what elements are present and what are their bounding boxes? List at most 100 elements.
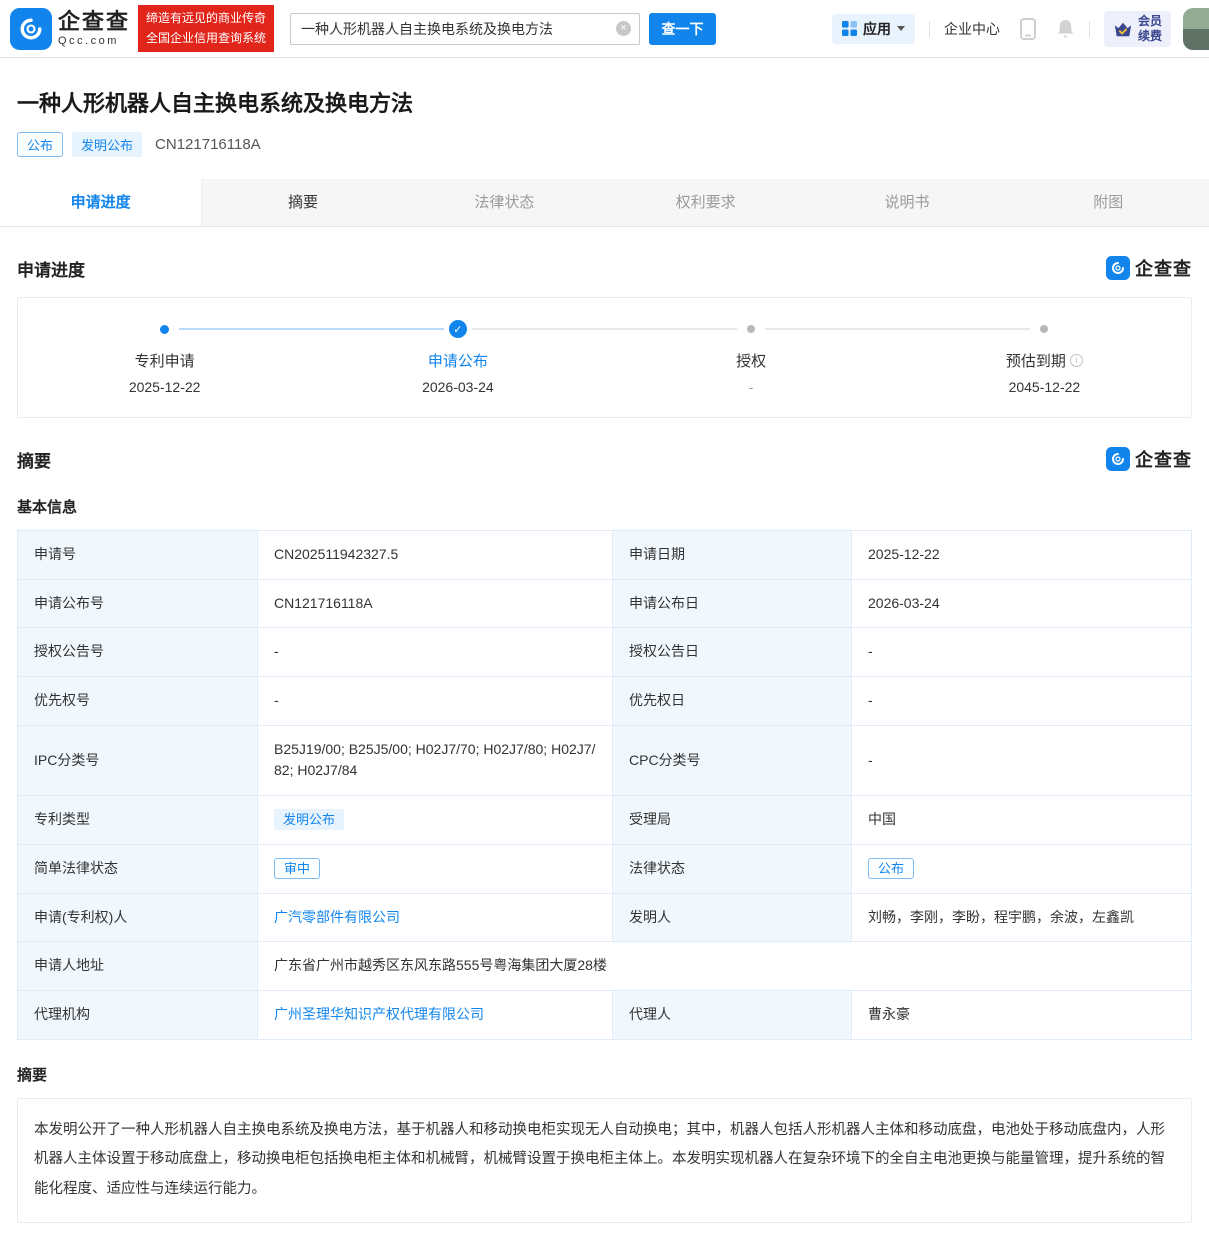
avatar[interactable]	[1183, 8, 1209, 50]
field-value: 广州圣理华知识产权代理有限公司	[258, 990, 613, 1039]
status-badge: 公布	[17, 132, 63, 157]
timeline-step-publication: ✓ 申请公布 2026-03-24	[311, 320, 604, 395]
table-row: 申请(专利权)人 广汽零部件有限公司 发明人 刘畅，李刚，李盼，程宇鹏，余波，左…	[18, 893, 1192, 942]
summary-section-title: 摘要	[17, 447, 51, 472]
timeline-dot-gray	[747, 325, 755, 333]
abstract-text: 本发明公开了一种人形机器人自主换电系统及换电方法，基于机器人和移动换电柜实现无人…	[34, 1116, 1175, 1205]
patent-type-badge: 发明公布	[274, 809, 344, 830]
crown-icon	[1113, 20, 1133, 38]
timeline-step-estimated-expiry: 预估到期 i 2045-12-22	[898, 320, 1191, 395]
field-label: 代理人	[613, 990, 852, 1039]
field-label: 简单法律状态	[18, 844, 258, 893]
slogan-line-2: 全国企业信用查询系统	[146, 29, 266, 48]
field-value: -	[852, 725, 1192, 795]
qcc-logo-icon	[10, 8, 52, 50]
qcc-watermark-logo: 企查查	[1106, 446, 1192, 472]
field-value: 2026-03-24	[852, 579, 1192, 628]
qcc-logo-icon	[1106, 447, 1130, 471]
field-label: 授权公告日	[613, 628, 852, 677]
field-value: 审中	[258, 844, 613, 893]
progress-section-title: 申请进度	[17, 256, 85, 281]
search-input[interactable]	[290, 13, 640, 45]
bell-icon[interactable]	[1056, 18, 1075, 39]
timeline-dot-blue	[160, 325, 169, 334]
field-value: 曹永豪	[852, 990, 1192, 1039]
application-progress-section: 申请进度 企查查 专利申请 2025-12-22	[17, 255, 1192, 418]
field-label: 申请公布日	[613, 579, 852, 628]
vip-label-line1: 会员	[1138, 14, 1162, 29]
publication-number: CN121716118A	[155, 136, 261, 153]
summary-section: 摘要 企查查 基本信息 申请号 CN202511942327.5 申请日期 20…	[17, 446, 1192, 1223]
search-button[interactable]: 查一下	[649, 13, 716, 45]
patent-header: 一种人形机器人自主换电系统及换电方法 公布 发明公布 CN121716118A	[17, 58, 1192, 157]
vip-renew-button[interactable]: 会员 续费	[1104, 11, 1171, 47]
table-row: 申请公布号 CN121716118A 申请公布日 2026-03-24	[18, 579, 1192, 628]
check-circle-icon: ✓	[449, 320, 467, 338]
tab-summary[interactable]: 摘要	[202, 179, 403, 226]
field-label: 优先权号	[18, 677, 258, 726]
field-label: 法律状态	[613, 844, 852, 893]
table-row: 申请号 CN202511942327.5 申请日期 2025-12-22	[18, 531, 1192, 580]
applicant-link[interactable]: 广汽零部件有限公司	[274, 909, 400, 925]
clear-search-icon[interactable]: ×	[616, 21, 631, 36]
qcc-watermark-logo: 企查查	[1106, 255, 1192, 281]
apps-menu-label: 应用	[863, 19, 891, 39]
tab-legal-status[interactable]: 法律状态	[404, 179, 605, 226]
field-value: -	[852, 628, 1192, 677]
field-label: IPC分类号	[18, 725, 258, 795]
tab-application-progress[interactable]: 申请进度	[0, 179, 202, 226]
basic-info-title: 基本信息	[17, 496, 1192, 517]
field-label: 申请公布号	[18, 579, 258, 628]
field-label: 代理机构	[18, 990, 258, 1039]
field-label: 申请人地址	[18, 942, 258, 991]
vip-label-line2: 续费	[1138, 29, 1162, 44]
basic-info-table: 申请号 CN202511942327.5 申请日期 2025-12-22 申请公…	[17, 530, 1192, 1040]
field-value: 公布	[852, 844, 1192, 893]
apps-grid-icon	[842, 21, 857, 36]
field-value: B25J19/00; B25J5/00; H02J7/70; H02J7/80;…	[258, 725, 613, 795]
brand-name: 企查查	[58, 9, 130, 34]
apps-menu-button[interactable]: 应用	[832, 14, 915, 44]
simple-legal-status-badge: 审中	[274, 858, 320, 879]
field-value: 广东省广州市越秀区东风东路555号粤海集团大厦28楼	[258, 942, 1192, 991]
field-value: -	[852, 677, 1192, 726]
slogan-line-1: 缔造有远见的商业传奇	[146, 9, 266, 28]
field-value: CN121716118A	[258, 579, 613, 628]
info-icon[interactable]: i	[1070, 354, 1083, 367]
mobile-app-icon[interactable]	[1020, 18, 1036, 40]
field-value: 发明公布	[258, 796, 613, 845]
timeline-step-grant: 授权 -	[605, 320, 898, 395]
tab-description[interactable]: 说明书	[806, 179, 1007, 226]
table-row: 授权公告号 - 授权公告日 -	[18, 628, 1192, 677]
topbar: 企查查 Qcc.com 缔造有远见的商业传奇 全国企业信用查询系统 × 查一下 …	[0, 0, 1209, 58]
table-row: 优先权号 - 优先权日 -	[18, 677, 1192, 726]
table-row: 专利类型 发明公布 受理局 中国	[18, 796, 1192, 845]
field-value: 刘畅，李刚，李盼，程宇鹏，余波，左鑫凯	[852, 893, 1192, 942]
field-label: 发明人	[613, 893, 852, 942]
field-value: 广汽零部件有限公司	[258, 893, 613, 942]
field-value: CN202511942327.5	[258, 531, 613, 580]
field-label: 申请日期	[613, 531, 852, 580]
slogan-banner: 缔造有远见的商业传奇 全国企业信用查询系统	[138, 5, 274, 51]
table-row: 简单法律状态 审中 法律状态 公布	[18, 844, 1192, 893]
divider	[929, 21, 930, 37]
field-label: CPC分类号	[613, 725, 852, 795]
type-badge: 发明公布	[72, 132, 142, 157]
timeline-connector-active	[179, 328, 444, 330]
field-label: 授权公告号	[18, 628, 258, 677]
field-value: 2025-12-22	[852, 531, 1192, 580]
qcc-logo[interactable]: 企查查 Qcc.com	[10, 8, 130, 50]
table-row: 申请人地址 广东省广州市越秀区东风东路555号粤海集团大厦28楼	[18, 942, 1192, 991]
field-label: 申请(专利权)人	[18, 893, 258, 942]
brand-domain: Qcc.com	[58, 35, 130, 47]
table-row: IPC分类号 B25J19/00; B25J5/00; H02J7/70; H0…	[18, 725, 1192, 795]
agency-link[interactable]: 广州圣理华知识产权代理有限公司	[274, 1006, 484, 1022]
enterprise-center-link[interactable]: 企业中心	[944, 19, 1000, 39]
tab-claims[interactable]: 权利要求	[605, 179, 806, 226]
field-label: 优先权日	[613, 677, 852, 726]
page-title: 一种人形机器人自主换电系统及换电方法	[17, 86, 1192, 118]
search-box: ×	[290, 13, 640, 45]
field-value: -	[258, 628, 613, 677]
tab-drawings[interactable]: 附图	[1008, 179, 1209, 226]
divider	[1089, 21, 1090, 37]
